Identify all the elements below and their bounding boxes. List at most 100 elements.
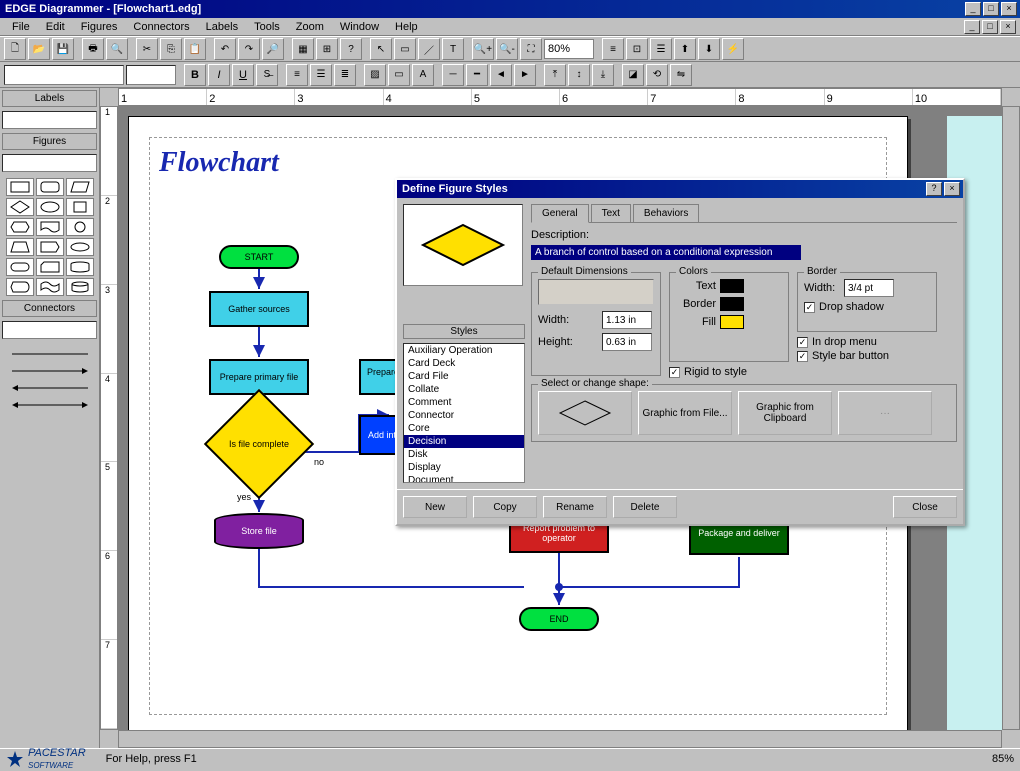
cut-icon[interactable]: ✂	[136, 38, 158, 60]
print-icon[interactable]: 🖶	[82, 38, 104, 60]
shape-diamond[interactable]	[6, 198, 34, 216]
text-tool-icon[interactable]: T	[442, 38, 464, 60]
connectors-panel-title[interactable]: Connectors	[2, 300, 97, 317]
redo-icon[interactable]: ↷	[238, 38, 260, 60]
menu-labels[interactable]: Labels	[198, 19, 246, 35]
close-dialog-button[interactable]: Close	[893, 496, 957, 518]
doc-minimize-button[interactable]: _	[964, 20, 980, 34]
document-title[interactable]: Flowchart	[159, 147, 279, 179]
menu-help[interactable]: Help	[387, 19, 426, 35]
node-end[interactable]: END	[519, 607, 599, 631]
styles-listbox[interactable]: Auxiliary Operation Card Deck Card File …	[403, 343, 525, 483]
help-icon[interactable]: ?	[340, 38, 362, 60]
shape-trapezoid[interactable]	[6, 238, 34, 256]
line-weight-icon[interactable]: ━	[466, 64, 488, 86]
copy-icon[interactable]: ⎘	[160, 38, 182, 60]
menu-zoom[interactable]: Zoom	[288, 19, 332, 35]
style-item[interactable]: Card File	[404, 370, 524, 383]
group-icon[interactable]: ⊡	[626, 38, 648, 60]
shape-card[interactable]	[36, 258, 64, 276]
fill-color-swatch[interactable]	[720, 315, 744, 329]
menu-window[interactable]: Window	[332, 19, 387, 35]
rect-tool-icon[interactable]: ▭	[394, 38, 416, 60]
save-icon[interactable]: 💾	[52, 38, 74, 60]
style-item[interactable]: Comment	[404, 396, 524, 409]
node-isfile-complete[interactable]: Is file complete	[204, 419, 314, 469]
font-combo[interactable]	[4, 65, 124, 85]
front-icon[interactable]: ⬆	[674, 38, 696, 60]
italic-icon[interactable]: I	[208, 64, 230, 86]
new-icon[interactable]: 🗋	[4, 38, 26, 60]
bold-icon[interactable]: B	[184, 64, 206, 86]
figures-panel-title[interactable]: Figures	[2, 133, 97, 150]
new-button[interactable]: New	[403, 496, 467, 518]
doc-close-button[interactable]: ×	[1000, 20, 1016, 34]
tab-behaviors[interactable]: Behaviors	[633, 204, 699, 222]
shape-tape[interactable]	[36, 278, 64, 296]
vertical-scrollbar[interactable]	[1002, 106, 1020, 730]
shape-storage[interactable]	[66, 258, 94, 276]
shape-rect[interactable]	[6, 178, 34, 196]
labels-dropdown[interactable]	[2, 111, 97, 129]
menu-file[interactable]: File	[4, 19, 38, 35]
shape-pentagon[interactable]	[36, 238, 64, 256]
conn-arrow-right[interactable]	[6, 364, 93, 378]
delete-button[interactable]: Delete	[613, 496, 677, 518]
align-icon[interactable]: ≡	[602, 38, 624, 60]
shape-parallelogram[interactable]	[66, 178, 94, 196]
dialog-close-button[interactable]: ×	[944, 182, 960, 196]
style-item[interactable]: Disk	[404, 448, 524, 461]
node-start[interactable]: START	[219, 245, 299, 269]
snap-icon[interactable]: ⊞	[316, 38, 338, 60]
border-color-swatch[interactable]	[720, 297, 744, 311]
undo-icon[interactable]: ↶	[214, 38, 236, 60]
menu-figures[interactable]: Figures	[73, 19, 126, 35]
align-right-icon[interactable]: ≣	[334, 64, 356, 86]
style-item[interactable]: Card Deck	[404, 357, 524, 370]
shape-terminator[interactable]	[6, 258, 34, 276]
style-item[interactable]: Document	[404, 474, 524, 483]
tab-general[interactable]: General	[531, 204, 589, 223]
arrow-start-icon[interactable]: ◄	[490, 64, 512, 86]
open-icon[interactable]: 📂	[28, 38, 50, 60]
height-input[interactable]	[602, 333, 652, 351]
preview-icon[interactable]: 🔍	[106, 38, 128, 60]
border-width-input[interactable]	[844, 279, 894, 297]
shape-display[interactable]	[6, 278, 34, 296]
shape-square[interactable]	[66, 198, 94, 216]
valign-mid-icon[interactable]: ↕	[568, 64, 590, 86]
text-color-swatch[interactable]	[720, 279, 744, 293]
menu-tools[interactable]: Tools	[246, 19, 288, 35]
node-store[interactable]: Store file	[214, 513, 304, 549]
shape-oval[interactable]	[66, 238, 94, 256]
highlight-icon[interactable]: ⚡	[722, 38, 744, 60]
shape-ellipse[interactable]	[36, 198, 64, 216]
conn-arrow-both[interactable]	[6, 398, 93, 412]
grid-icon[interactable]: ▦	[292, 38, 314, 60]
align-center-icon[interactable]: ☰	[310, 64, 332, 86]
shadow-icon[interactable]: ◪	[622, 64, 644, 86]
find-icon[interactable]: 🔎	[262, 38, 284, 60]
strike-icon[interactable]: S̶	[256, 64, 278, 86]
style-item[interactable]: Core	[404, 422, 524, 435]
fill-color-icon[interactable]: ▨	[364, 64, 386, 86]
graphic-from-clipboard-button[interactable]: Graphic from Clipboard	[738, 391, 832, 435]
figures-dropdown[interactable]	[2, 154, 97, 172]
style-item-selected[interactable]: Decision	[404, 435, 524, 448]
style-bar-checkbox[interactable]: ✓Style bar button	[797, 350, 937, 362]
conn-arrow-left[interactable]	[6, 381, 93, 395]
description-input[interactable]: A branch of control based on a condition…	[531, 245, 801, 260]
style-item[interactable]: Connector	[404, 409, 524, 422]
shape-hexagon[interactable]	[6, 218, 34, 236]
style-item[interactable]: Auxiliary Operation	[404, 344, 524, 357]
copy-button[interactable]: Copy	[473, 496, 537, 518]
close-button[interactable]: ×	[1001, 2, 1017, 16]
layer-icon[interactable]: ☰	[650, 38, 672, 60]
shape-picker-button[interactable]	[538, 391, 632, 435]
pointer-icon[interactable]: ↖	[370, 38, 392, 60]
shape-cylinder[interactable]	[66, 278, 94, 296]
zoom-combo[interactable]: 80%	[544, 39, 594, 59]
menu-edit[interactable]: Edit	[38, 19, 73, 35]
style-item[interactable]: Collate	[404, 383, 524, 396]
shape-roundrect[interactable]	[36, 178, 64, 196]
